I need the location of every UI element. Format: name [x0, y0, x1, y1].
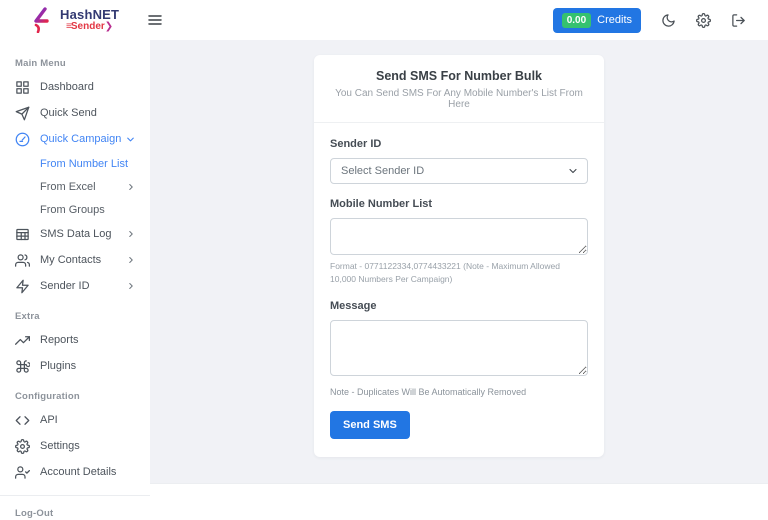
sidebar-item-label: Reports [40, 334, 79, 346]
message-label: Message [330, 300, 588, 312]
section-main-menu: Main Menu [0, 58, 150, 69]
chevron-right-icon [126, 255, 136, 265]
credits-button[interactable]: 0.00 Credits [553, 8, 641, 33]
send-sms-button[interactable]: Send SMS [330, 411, 410, 439]
hashnet-logo-icon [30, 7, 54, 33]
logout-icon[interactable] [731, 13, 746, 28]
sidebar-subitem-label: From Excel [40, 181, 96, 193]
section-configuration: Configuration [0, 391, 150, 402]
sidebar-item-dashboard[interactable]: Dashboard [0, 74, 150, 100]
card-subtitle: You Can Send SMS For Any Mobile Number's… [330, 88, 588, 110]
chevron-right-icon [126, 229, 136, 239]
send-sms-card: Send SMS For Number Bulk You Can Send SM… [314, 55, 604, 457]
sidebar-item-label: Quick Send [40, 107, 97, 119]
card-body: Sender ID Select Sender ID Mobile Number… [314, 123, 604, 457]
section-extra: Extra [0, 311, 150, 322]
sidebar-item-label: Dashboard [40, 81, 94, 93]
credits-label: Credits [597, 14, 632, 26]
sidebar-item-label: Sender ID [40, 280, 90, 292]
logo-text: HashNET ≡Sender❯ [60, 8, 119, 32]
sidebar-item-label: API [40, 414, 58, 426]
sidebar-item-reports[interactable]: Reports [0, 327, 150, 353]
menu-toggle-icon[interactable] [147, 12, 163, 28]
top-header: HashNET ≡Sender❯ 0.00 Credits [0, 0, 768, 40]
mobile-number-list-label: Mobile Number List [330, 198, 588, 210]
page-footer [150, 483, 768, 520]
duplicates-note: Note - Duplicates Will Be Automatically … [330, 387, 588, 397]
sidebar-subitem-from-excel[interactable]: From Excel [0, 175, 150, 198]
sidebar-item-label: My Contacts [40, 254, 101, 266]
sidebar-item-sms-data-log[interactable]: SMS Data Log [0, 221, 150, 247]
campaign-gauge-icon [15, 132, 30, 147]
logo-decor-right: ❯ [105, 21, 113, 32]
mobile-number-list-textarea[interactable] [330, 218, 588, 255]
dashboard-grid-icon [15, 80, 30, 95]
user-check-icon [15, 465, 30, 480]
sidebar-item-label: SMS Data Log [40, 228, 112, 240]
sidebar-item-plugins[interactable]: Plugins [0, 353, 150, 379]
content-area: Send SMS For Number Bulk You Can Send SM… [150, 40, 768, 483]
sender-id-label: Sender ID [330, 138, 588, 150]
card-header: Send SMS For Number Bulk You Can Send SM… [314, 55, 604, 123]
chevron-right-icon [126, 281, 136, 291]
chevron-right-icon [126, 182, 136, 192]
dark-mode-moon-icon[interactable] [661, 13, 676, 28]
settings-gear-icon[interactable] [696, 13, 711, 28]
logo-subtitle: ≡Sender❯ [60, 22, 119, 32]
card-title: Send SMS For Number Bulk [330, 69, 588, 83]
sidebar-item-label: Account Details [40, 466, 116, 478]
sidebar-item-label: Plugins [40, 360, 76, 372]
sidebar-item-settings[interactable]: Settings [0, 433, 150, 459]
sender-id-select[interactable]: Select Sender ID [330, 158, 588, 184]
credits-amount-badge: 0.00 [562, 13, 591, 28]
sidebar-subitem-label: From Groups [40, 204, 105, 216]
sidebar-item-sender-id[interactable]: Sender ID [0, 273, 150, 299]
message-textarea[interactable] [330, 320, 588, 376]
app-logo[interactable]: HashNET ≡Sender❯ [0, 7, 119, 33]
mobile-list-format-help: Format - 0771122334,0774433221 (Note - M… [330, 260, 588, 286]
users-icon [15, 253, 30, 268]
gear-icon [15, 439, 30, 454]
sidebar-item-quick-send[interactable]: Quick Send [0, 100, 150, 126]
sidebar-item-quick-campaign[interactable]: Quick Campaign [0, 126, 150, 152]
sidebar-subitem-from-groups[interactable]: From Groups [0, 198, 150, 221]
sidebar-divider [0, 495, 150, 496]
code-icon [15, 413, 30, 428]
main-area: Send SMS For Number Bulk You Can Send SM… [150, 40, 768, 520]
sidebar-item-label: Quick Campaign [40, 133, 121, 145]
sidebar-subitem-label: From Number List [40, 158, 128, 170]
send-icon [15, 106, 30, 121]
sidebar-item-api[interactable]: API [0, 407, 150, 433]
table-icon [15, 227, 30, 242]
sidebar-item-label: Settings [40, 440, 80, 452]
sidebar-nav: Main Menu Dashboard Quick Send Quick Cam… [0, 40, 150, 520]
command-icon [15, 359, 30, 374]
trending-up-icon [15, 333, 30, 348]
zap-icon [15, 279, 30, 294]
header-actions: 0.00 Credits [553, 8, 768, 33]
sidebar-item-my-contacts[interactable]: My Contacts [0, 247, 150, 273]
sender-id-select-wrap: Select Sender ID [330, 158, 588, 184]
sidebar-subitem-from-number-list[interactable]: From Number List [0, 152, 150, 175]
logo-title: HashNET [60, 8, 119, 21]
sidebar-item-account-details[interactable]: Account Details [0, 459, 150, 485]
chevron-down-icon [125, 134, 136, 145]
section-log-out: Log-Out [0, 508, 150, 519]
